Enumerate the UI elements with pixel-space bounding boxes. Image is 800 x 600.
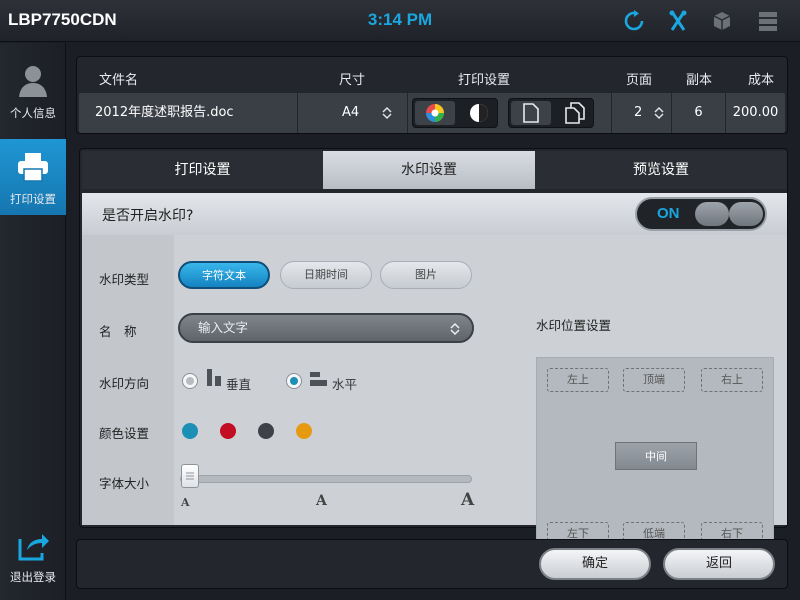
top-status-bar: LBP7750CDN 3:14 PM	[0, 0, 800, 42]
color-label: 颜色设置	[99, 426, 150, 441]
col-header-cost: 成本	[748, 73, 775, 88]
color-swatch-blue[interactable]	[182, 423, 198, 439]
direction-horizontal-radio[interactable]	[286, 373, 302, 389]
name-input[interactable]: 输入文字	[178, 313, 474, 343]
font-size-label: 字体大小	[99, 476, 150, 491]
toggle-state-label: ON	[657, 205, 680, 222]
table-row: 2012年度述职报告.doc A4 2 6 200.00	[79, 93, 785, 133]
color-swatch-dark-gray[interactable]	[258, 423, 274, 439]
horizontal-bars-icon	[310, 372, 327, 386]
updown-icon	[654, 106, 664, 120]
single-page-icon[interactable]	[523, 103, 539, 123]
updown-icon	[450, 322, 460, 336]
name-label: 名 称	[99, 324, 137, 339]
position-top-center[interactable]: 顶端	[623, 368, 685, 392]
user-icon	[19, 66, 47, 97]
menu-icon[interactable]	[756, 9, 780, 33]
copies-value[interactable]: 6	[671, 93, 725, 133]
cost-value: 200.00	[725, 93, 785, 133]
cell-filename: 2012年度述职报告.doc	[95, 105, 234, 120]
direction-horizontal-label: 水平	[332, 377, 358, 392]
tab-print-settings[interactable]: 打印设置	[82, 151, 323, 189]
tab-preview-settings[interactable]: 预览设置	[535, 151, 787, 189]
sidebar-item-label: 退出登录	[10, 570, 56, 584]
slider-thumb[interactable]	[181, 464, 199, 488]
size-mark-small: A	[181, 496, 190, 509]
color-mode-toggle[interactable]	[412, 98, 498, 128]
col-header-size: 尺寸	[339, 73, 366, 88]
col-header-print-settings: 打印设置	[458, 73, 511, 88]
size-value: A4	[342, 105, 360, 120]
color-swatch-orange[interactable]	[296, 423, 312, 439]
toggle-knob	[729, 202, 763, 226]
sidebar-item-profile[interactable]: 个人信息	[0, 59, 66, 133]
color-swatch-red[interactable]	[220, 423, 236, 439]
size-mark-large: A	[461, 490, 475, 510]
position-title: 水印位置设置	[536, 318, 612, 333]
grayscale-icon[interactable]	[469, 103, 489, 123]
font-size-slider[interactable]	[180, 464, 472, 488]
confirm-button[interactable]: 确定	[539, 548, 651, 580]
position-top-right[interactable]: 右上	[701, 368, 763, 392]
position-grid: 左上 顶端 右上 中间 左下 低端 右下	[536, 357, 774, 557]
sidebar-item-label: 打印设置	[10, 192, 56, 206]
type-datetime-button[interactable]: 日期时间	[280, 261, 372, 289]
direction-label: 水印方向	[99, 376, 150, 391]
type-text-button[interactable]: 字符文本	[178, 261, 270, 289]
tab-watermark-settings[interactable]: 水印设置	[323, 151, 535, 189]
sidebar: 个人信息 打印设置 退出登录	[0, 43, 66, 600]
watermark-enable-label: 是否开启水印?	[102, 208, 194, 224]
direction-vertical-label: 垂直	[226, 377, 252, 392]
watermark-enable-row: 是否开启水印? ON	[82, 193, 787, 235]
sidebar-item-logout[interactable]: 退出登录	[0, 531, 66, 591]
printer-icon	[18, 153, 48, 182]
double-page-icon[interactable]	[565, 102, 585, 124]
size-mark-medium: A	[316, 493, 327, 509]
back-button[interactable]: 返回	[663, 548, 775, 580]
sidebar-item-label: 个人信息	[10, 106, 56, 120]
updown-icon	[382, 106, 392, 120]
refresh-icon[interactable]	[622, 9, 646, 33]
pages-value: 2	[634, 105, 643, 120]
vertical-bars-icon	[207, 369, 221, 386]
color-wheel-icon[interactable]	[425, 103, 445, 123]
cell-print-settings	[407, 93, 611, 133]
direction-vertical-radio[interactable]	[182, 373, 198, 389]
box-icon[interactable]	[710, 9, 734, 33]
watermark-toggle[interactable]: ON	[635, 197, 767, 231]
watermark-type-label: 水印类型	[99, 272, 150, 287]
type-image-button[interactable]: 图片	[380, 261, 472, 289]
pages-stepper[interactable]: 2	[611, 93, 671, 133]
position-center[interactable]: 中间	[615, 442, 697, 470]
footer-bar: 确定 返回	[76, 539, 788, 589]
file-table: 文件名 尺寸 打印设置 页面 副本 成本 2012年度述职报告.doc A4 2	[76, 56, 788, 134]
name-placeholder: 输入文字	[198, 320, 249, 335]
duplex-toggle[interactable]	[508, 98, 594, 128]
col-header-copies: 副本	[686, 73, 713, 88]
logout-icon	[18, 534, 49, 561]
col-header-pages: 页面	[626, 73, 653, 88]
position-top-left[interactable]: 左上	[547, 368, 609, 392]
size-stepper[interactable]: A4	[297, 93, 407, 133]
toggle-knob	[695, 202, 729, 226]
tools-icon[interactable]	[666, 9, 690, 33]
col-header-filename: 文件名	[99, 73, 139, 88]
sidebar-item-print-settings[interactable]: 打印设置	[0, 139, 66, 215]
